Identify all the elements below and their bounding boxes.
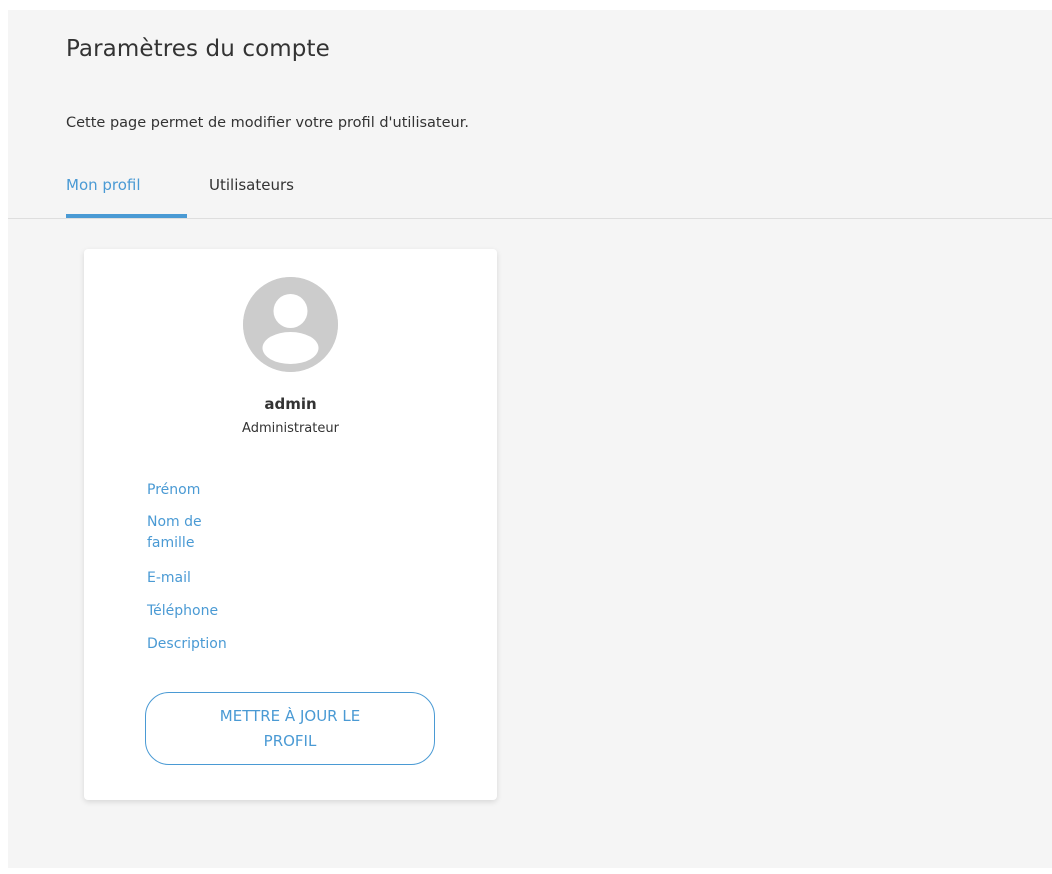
tab-my-profile[interactable]: Mon profil [66, 170, 141, 218]
update-profile-button[interactable]: METTRE À JOUR LE PROFIL [145, 692, 435, 765]
page-title: Paramètres du compte [66, 36, 330, 62]
active-tab-indicator [66, 214, 187, 218]
profile-card: admin Administrateur Prénom Nom de famil… [84, 249, 497, 800]
account-settings-page: Paramètres du compte Cette page permet d… [8, 10, 1052, 868]
field-label-email: E-mail [147, 570, 191, 586]
profile-username: admin [264, 395, 317, 413]
field-label-description: Description [147, 636, 227, 652]
tab-users[interactable]: Utilisateurs [209, 170, 294, 218]
profile-role: Administrateur [242, 421, 339, 436]
page-description: Cette page permet de modifier votre prof… [66, 115, 469, 131]
field-label-phone: Téléphone [147, 603, 219, 619]
tab-bar: Mon profil Utilisateurs [8, 170, 1052, 219]
field-label-first-name: Prénom [147, 482, 201, 498]
user-avatar-icon [243, 277, 338, 372]
field-label-last-name: Nom de famille [147, 514, 202, 551]
